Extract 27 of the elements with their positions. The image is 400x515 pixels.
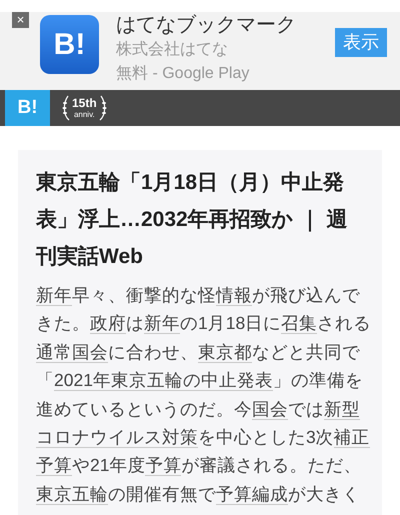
article-title: 東京五輪「1月18日（月）中止発表」浮上…2032年再招致か ｜ 週刊実話Web xyxy=(36,170,348,270)
keyword-link[interactable]: 予算 xyxy=(145,455,182,476)
keyword-link[interactable]: 2021年東京五輪の中止発表 xyxy=(54,370,273,392)
keyword-link[interactable]: 召集 xyxy=(281,313,318,334)
keyword-link[interactable]: 新年 xyxy=(36,285,72,306)
keyword-link[interactable]: 政府 xyxy=(90,313,126,334)
keyword-link[interactable]: 国会 xyxy=(252,398,288,420)
keyword-link[interactable]: 新年 xyxy=(144,313,180,334)
laurel-icon xyxy=(98,95,107,121)
article-body: 新年早々、衝撃的な怪情報が飛び込んで きた。政府は新年の1月18日に召集される 通常国会に合わせ、東京都などと共同で 「2021年東京五輪の中止発表」の準備を 進めているというのだ。今国会では新型 コロナウイルス対策を中心とした3次補正 予算や21年度予算が審議される。ただ、 東京五輪の開催有無で予算編成が大きく xyxy=(36,284,372,507)
keyword-link[interactable]: 情報 xyxy=(216,285,252,306)
app-icon: B! xyxy=(40,15,99,74)
app-price: 無料 - Google Play xyxy=(116,64,250,84)
keyword-link[interactable]: コロナウイルス対策 xyxy=(36,427,198,448)
keyword-link[interactable]: 東京五輪 xyxy=(36,484,108,505)
keyword-link[interactable]: 予算編成 xyxy=(216,484,288,505)
keyword-link[interactable]: 予算 xyxy=(36,455,72,476)
keyword-link[interactable]: 東京都 xyxy=(198,342,252,363)
keyword-link[interactable]: 通常国会 xyxy=(36,342,108,363)
badge-text: anniv. xyxy=(74,110,95,119)
keyword-link[interactable]: 補正 xyxy=(334,427,370,448)
app-publisher: 株式会社はてな xyxy=(116,40,229,60)
laurel-icon xyxy=(62,95,70,121)
app-name: はてなブックマーク xyxy=(116,13,296,38)
close-button[interactable]: × xyxy=(12,12,29,28)
keyword-link[interactable]: 新型 xyxy=(324,398,360,420)
badge-text: 15th xyxy=(72,97,97,110)
